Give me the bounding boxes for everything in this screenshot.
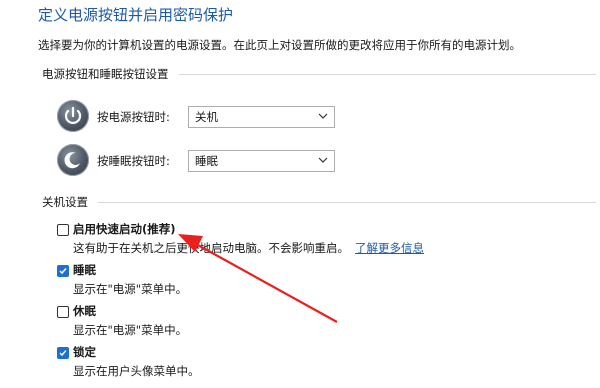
- annotation-arrow: [178, 234, 338, 323]
